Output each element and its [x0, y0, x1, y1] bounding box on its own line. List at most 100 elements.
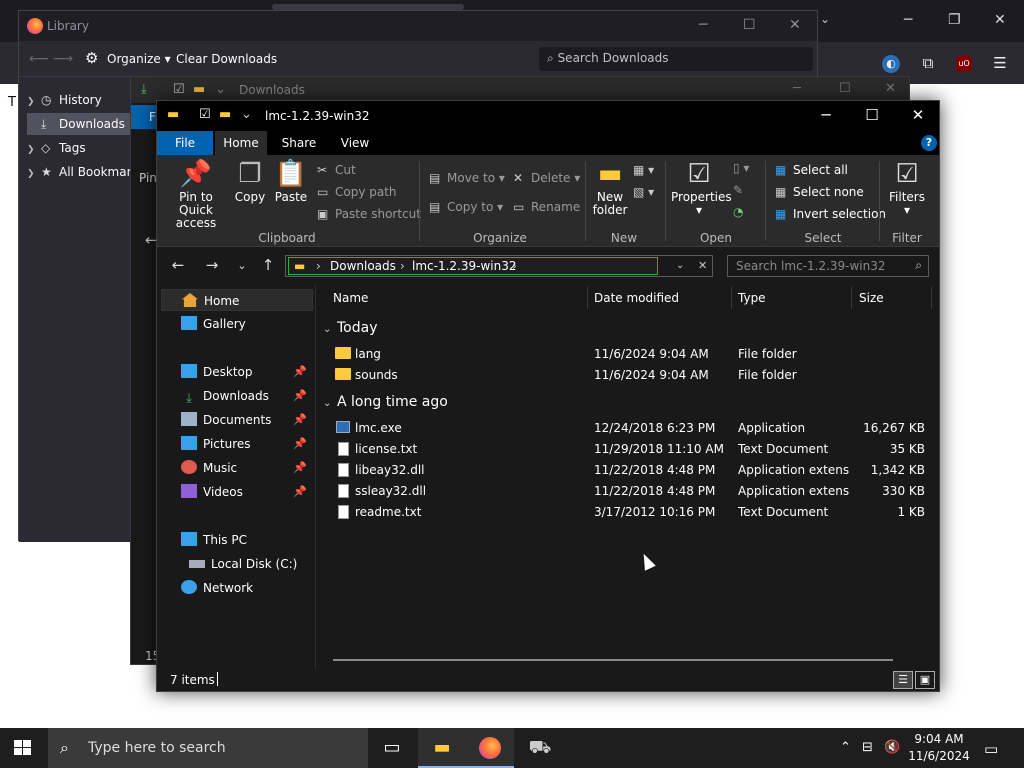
close-icon[interactable]: ✕	[885, 81, 896, 96]
expander-icon[interactable]: ❯	[27, 163, 41, 183]
close-icon[interactable]: ✕	[895, 106, 941, 124]
table-row[interactable]: license.txt 11/29/2018 11:10 AM Text Doc…	[317, 439, 939, 460]
ublock-icon[interactable]: uO	[956, 56, 972, 72]
pin-to-quick-access-button[interactable]: 📌 Pin to Quick access	[163, 159, 229, 230]
nav-item-home[interactable]: Home	[161, 289, 313, 311]
sidebar-item-downloads[interactable]: ⤓ Downloads	[27, 113, 131, 135]
pin-icon[interactable]: 📌	[293, 481, 307, 503]
volume-muted-icon[interactable]: 🔇	[884, 740, 900, 755]
pin-icon[interactable]: 📌	[293, 409, 307, 431]
new-folder-button[interactable]: ▬ New folder	[591, 159, 629, 217]
copy-to-button[interactable]: ▤ Copy to ▾	[429, 200, 503, 214]
paste-button[interactable]: 📋 Paste	[273, 159, 309, 204]
minimize-icon[interactable]: ─	[793, 81, 801, 96]
table-row[interactable]: lang 11/6/2024 9:04 AM File folder	[317, 344, 939, 365]
column-header-type[interactable]: Type	[722, 285, 842, 311]
windows-start-icon[interactable]	[14, 740, 32, 756]
cut-button[interactable]: ✂ Cut	[317, 163, 356, 177]
firefox-taskbar-icon[interactable]	[466, 728, 514, 768]
properties-icon[interactable]: ☑	[199, 107, 211, 122]
paste-shortcut-button[interactable]: ▣ Paste shortcut	[317, 207, 421, 221]
nav-item-this-pc[interactable]: This PC	[161, 529, 313, 551]
horizontal-scrollbar[interactable]	[333, 659, 893, 661]
column-separator[interactable]	[931, 287, 932, 309]
task-view-icon[interactable]: ▭	[368, 728, 416, 768]
notifications-icon[interactable]: ▭	[984, 740, 998, 758]
sidebar-item-history[interactable]: ❯ ◷ History	[27, 89, 131, 111]
open-icon[interactable]: ▯ ▾	[733, 161, 749, 175]
nav-item-videos[interactable]: Videos 📌	[161, 481, 313, 503]
nav-item-local-disk[interactable]: Local Disk (C:)	[161, 553, 313, 575]
table-row[interactable]: readme.txt 3/17/2012 10:16 PM Text Docum…	[317, 502, 939, 523]
organize-button[interactable]: Organize ▾	[107, 52, 171, 66]
forward-arrow-icon[interactable]: ⟶	[53, 51, 73, 67]
tab-share[interactable]: Share	[273, 131, 325, 155]
copy-button[interactable]: ❐ Copy	[233, 159, 267, 204]
tab-view[interactable]: View	[329, 131, 381, 155]
group-header-long-ago[interactable]: ⌄ A long time ago	[323, 392, 448, 412]
help-icon[interactable]: ?	[921, 135, 937, 151]
back-arrow-icon[interactable]: ⟵	[29, 51, 49, 67]
large-icons-view-icon[interactable]: ▣	[915, 671, 935, 689]
filters-button[interactable]: ☑ Filters ▾	[885, 159, 929, 217]
minimize-icon[interactable]: ─	[904, 12, 912, 28]
nav-item-downloads[interactable]: ⤓ Downloads 📌	[161, 385, 313, 407]
copy-path-button[interactable]: ▭ Copy path	[317, 185, 397, 199]
pin-icon[interactable]: 📌	[293, 433, 307, 455]
close-icon[interactable]: ✕	[789, 17, 801, 33]
chevron-right-icon[interactable]: ›	[400, 259, 405, 273]
close-icon[interactable]: ✕	[994, 12, 1006, 28]
table-row[interactable]: sounds 11/6/2024 9:04 AM File folder	[317, 365, 939, 386]
taskbar-clock[interactable]: 9:04 AM 11/6/2024	[906, 731, 972, 765]
network-icon[interactable]: ⊟	[862, 740, 873, 755]
nav-item-gallery[interactable]: Gallery	[161, 313, 313, 335]
folder-icon[interactable]: ▬	[193, 82, 205, 97]
pin-icon[interactable]: 📌	[293, 385, 307, 407]
file-explorer-icon[interactable]: ▬	[418, 728, 466, 768]
expander-icon[interactable]: ❯	[27, 139, 41, 159]
nav-item-desktop[interactable]: Desktop 📌	[161, 361, 313, 383]
forward-arrow-icon[interactable]: →	[201, 256, 223, 274]
column-header-size[interactable]: Size	[843, 285, 923, 311]
column-header-name[interactable]: Name	[317, 285, 587, 311]
restore-icon[interactable]: ❐	[948, 12, 961, 28]
easy-access-icon[interactable]: ▧ ▾	[633, 185, 654, 199]
invert-selection-button[interactable]: ▦ Invert selection	[775, 207, 886, 221]
sidebar-item-tags[interactable]: ❯ ◇ Tags	[27, 137, 131, 159]
select-none-button[interactable]: ▦ Select none	[775, 185, 864, 199]
sidebar-item-all-bookmarks[interactable]: ❯★All Bookmarks	[27, 161, 131, 183]
table-row[interactable]: lmc.exe 12/24/2018 6:23 PM Application 1…	[317, 418, 939, 439]
pane-splitter[interactable]	[315, 285, 316, 669]
menu-icon[interactable]: ☰	[990, 54, 1010, 74]
collapse-icon[interactable]: ⌄	[323, 320, 337, 340]
breadcrumb-downloads[interactable]: Downloads	[330, 259, 396, 273]
back-arrow-icon[interactable]: ←	[167, 256, 189, 274]
up-arrow-icon[interactable]: ↑	[257, 256, 279, 274]
chevron-right-icon[interactable]: ›	[316, 259, 321, 273]
maximize-icon[interactable]: ☐	[839, 81, 851, 96]
chevron-down-icon[interactable]: ⌄	[676, 260, 684, 271]
account-icon[interactable]: ◐	[882, 55, 900, 73]
minimize-icon[interactable]: ─	[803, 106, 849, 124]
tab-file[interactable]: File	[157, 131, 213, 155]
search-input[interactable]: Search lmc-1.2.39-win32 ⌕	[727, 255, 929, 277]
rename-button[interactable]: ▭ Rename	[513, 200, 580, 214]
tab-list-chevron-icon[interactable]: ⌄	[820, 12, 830, 26]
extensions-icon[interactable]: ⧉	[918, 54, 938, 74]
chevron-down-icon[interactable]: ⌄	[241, 107, 252, 122]
taskbar-search-input[interactable]: ⌕ Type here to search	[48, 728, 368, 768]
recent-locations-icon[interactable]: ⌄	[231, 259, 253, 272]
new-folder-icon[interactable]: ▬	[219, 107, 231, 122]
search-downloads-input[interactable]: ⌕ Search Downloads	[539, 47, 813, 71]
edit-icon[interactable]: ✎	[733, 183, 743, 197]
maximize-icon[interactable]: ☐	[743, 17, 756, 33]
maximize-icon[interactable]: ☐	[849, 106, 895, 124]
file-tab[interactable]: F	[131, 105, 157, 129]
history-icon[interactable]: ◔	[733, 205, 743, 219]
pin-icon[interactable]: 📌	[293, 361, 307, 383]
collapse-icon[interactable]: ⌄	[323, 394, 337, 414]
group-header-today[interactable]: ⌄ Today	[323, 318, 378, 338]
select-all-button[interactable]: ▦ Select all	[775, 163, 848, 177]
nav-item-documents[interactable]: Documents 📌	[161, 409, 313, 431]
expander-icon[interactable]: ❯	[27, 91, 41, 111]
